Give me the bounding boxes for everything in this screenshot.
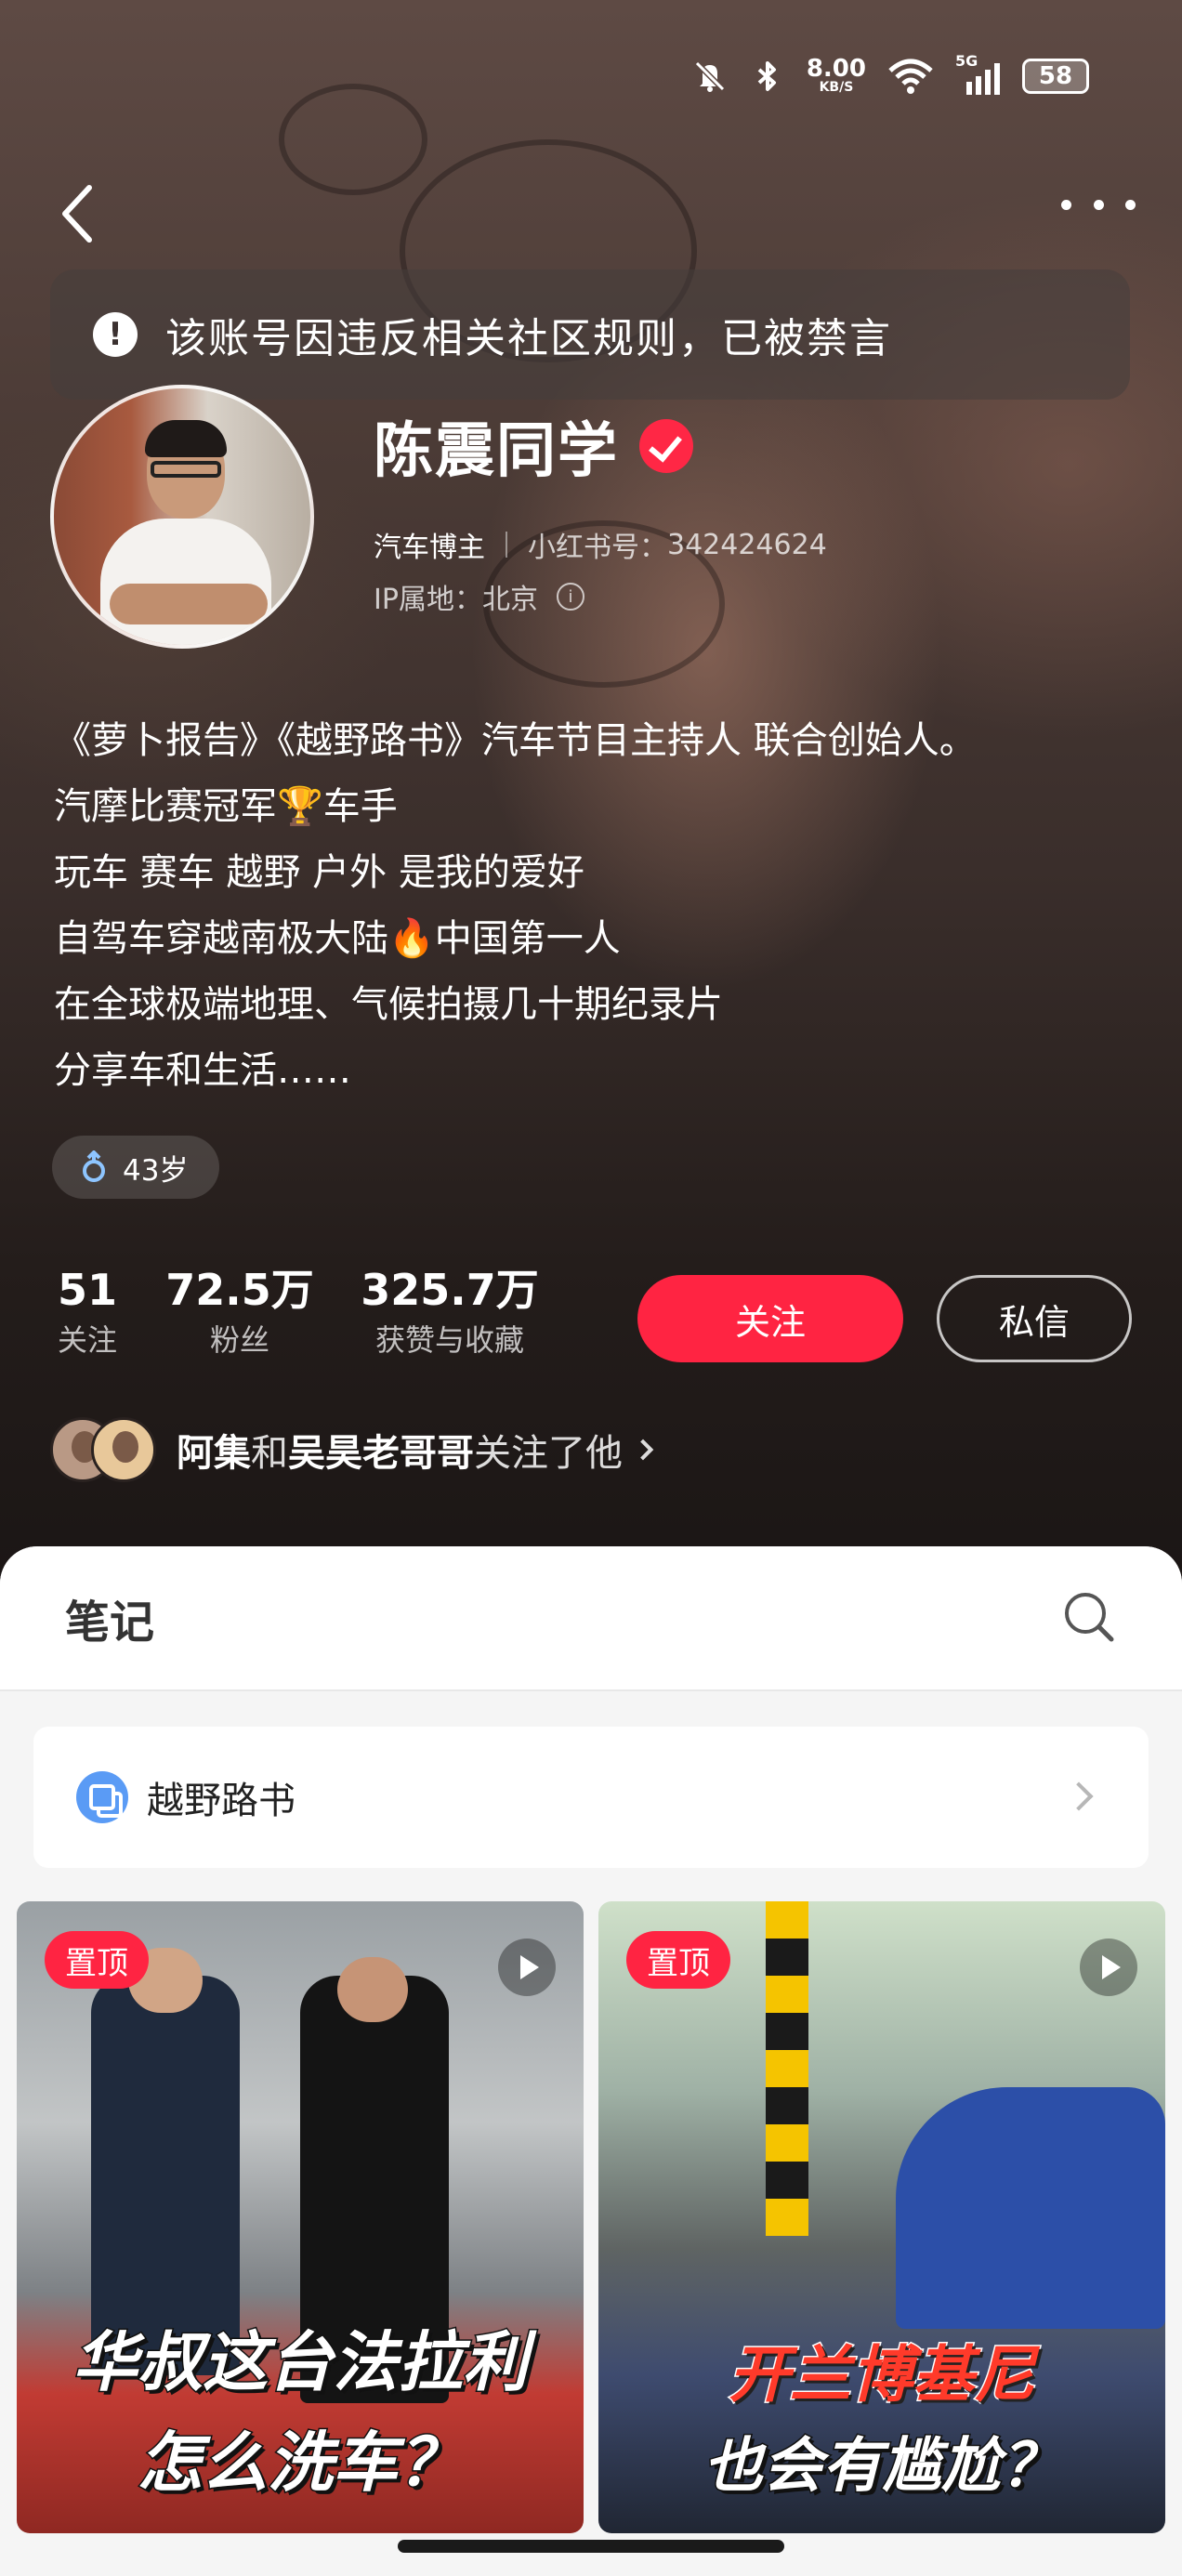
bio-line: 分享车和生活…… — [54, 1049, 351, 1092]
thumbnail-car — [896, 2087, 1165, 2329]
followers-count: 72.5万 — [165, 1265, 314, 1315]
bio-line: 自驾车穿越南极大陆🔥中国第一人 — [54, 917, 621, 960]
stat-followers[interactable]: 72.5万 粉丝 — [165, 1264, 314, 1364]
ip-label: IP属地： — [374, 584, 482, 616]
battery-level: 58 — [1038, 62, 1073, 90]
banned-notice-banner: ! 该账号因违反相关社区规则，已被禁言 — [50, 269, 1130, 400]
back-button[interactable] — [50, 177, 106, 251]
message-button[interactable]: 私信 — [937, 1275, 1132, 1362]
notes-tab-bar: 笔记 — [0, 1546, 1182, 1691]
following-count: 51 — [57, 1265, 117, 1315]
note-caption-line: 开兰博基尼 — [728, 2338, 1037, 2412]
mute-icon — [694, 60, 725, 92]
note-caption-line: 华叔这台法拉利 — [72, 2323, 530, 2402]
likes-label: 获赞与收藏 — [374, 1322, 524, 1358]
likes-count: 325.7万 — [361, 1265, 539, 1315]
stat-following[interactable]: 51 关注 — [48, 1264, 126, 1364]
note-caption-line: 也会有尴尬？ — [703, 2431, 1062, 2503]
thumbnail-face — [337, 1957, 408, 2022]
network-speed: 8.00 KB/S — [806, 55, 866, 95]
note-caption-line: 怎么洗车？ — [137, 2424, 465, 2503]
profile-header: 8.00 KB/S 5G 58 ! 该账号因违反相关社区规则，已被禁言 陈震同学… — [0, 0, 1182, 1580]
more-dot-icon — [1061, 199, 1071, 210]
verified-badge-icon[interactable] — [639, 419, 693, 473]
status-bar: 8.00 KB/S 5G 58 — [691, 48, 1089, 104]
age-tag: 43岁 — [52, 1136, 220, 1199]
bio-line: 《萝卜报告》《越野路书》汽车节目主持人 联合创始人。 — [54, 719, 977, 762]
home-indicator[interactable] — [398, 2540, 784, 2553]
tab-notes[interactable]: 笔记 — [65, 1585, 154, 1650]
thumbnail-pole — [766, 1901, 808, 2236]
bio-line: 玩车 赛车 越野 户外 是我的爱好 — [54, 851, 584, 894]
wifi-icon — [888, 59, 933, 94]
note-card[interactable]: 置顶 开兰博基尼 也会有尴尬？ — [598, 1901, 1165, 2533]
profile-name-row: 陈震同学 — [374, 409, 693, 486]
bluetooth-icon — [757, 61, 776, 91]
signal-icon: 5G — [955, 52, 1002, 95]
profile-ip-line: IP属地： 北京 i — [374, 576, 584, 617]
male-gender-icon — [83, 1150, 105, 1182]
chevron-right-icon — [1064, 1781, 1094, 1811]
follow-button[interactable]: 关注 — [637, 1275, 903, 1362]
age-tag-text: 43岁 — [123, 1153, 189, 1188]
bio-line: 汽摩比赛冠军🏆车手 — [54, 785, 398, 828]
profile-name: 陈震同学 — [374, 417, 619, 486]
meta-divider — [506, 532, 507, 558]
profile-avatar[interactable] — [50, 385, 314, 649]
info-icon[interactable]: i — [556, 583, 584, 611]
mutual-suffix: 关注了他 — [474, 1432, 623, 1475]
stat-likes[interactable]: 325.7万 获赞与收藏 — [359, 1264, 541, 1364]
notes-section: 笔记 越野路书 置顶 华叔这台法拉利 怎么洗车？ 置顶 开兰博基尼 也会有尴尬？ — [0, 1546, 1182, 2576]
profile-meta-line: 汽车博主 小红书号： 342424624 — [374, 524, 827, 565]
collection-title: 越野路书 — [147, 1780, 296, 1822]
pinned-badge: 置顶 — [45, 1931, 149, 1989]
mutual-joiner: 和 — [251, 1432, 288, 1475]
mutual-name-2: 吴昊老哥哥 — [288, 1432, 474, 1475]
mutual-followers-text: 阿集 和 吴昊老哥哥 关注了他 — [177, 1423, 654, 1477]
followers-label: 粉丝 — [209, 1322, 269, 1358]
collection-entry[interactable]: 越野路书 — [33, 1727, 1149, 1868]
ip-value: 北京 — [481, 584, 538, 616]
bio-line: 在全球极端地理、气候拍摄几十期纪录片 — [54, 983, 723, 1026]
network-speed-value: 8.00 — [806, 55, 866, 83]
note-card[interactable]: 置顶 华叔这台法拉利 怎么洗车？ — [17, 1901, 584, 2533]
profile-id-value[interactable]: 342424624 — [667, 529, 827, 561]
profile-id-label: 小红书号： — [528, 532, 667, 564]
following-label: 关注 — [57, 1322, 117, 1358]
mutual-name-1: 阿集 — [177, 1432, 251, 1475]
more-options-button[interactable] — [1061, 186, 1136, 223]
more-dot-icon — [1125, 199, 1136, 210]
pinned-badge: 置顶 — [626, 1931, 730, 1989]
video-play-icon — [1080, 1939, 1137, 1996]
profile-category: 汽车博主 — [374, 532, 485, 564]
mutual-avatar — [91, 1417, 156, 1482]
chevron-right-icon — [632, 1439, 654, 1461]
more-dot-icon — [1093, 199, 1104, 210]
search-icon[interactable] — [1061, 1589, 1117, 1645]
collection-icon — [76, 1771, 128, 1823]
battery-icon: 58 — [1022, 59, 1089, 94]
exclamation-icon: ! — [93, 312, 138, 357]
mutual-followers-row[interactable]: 阿集 和 吴昊老哥哥 关注了他 — [50, 1413, 654, 1487]
background-tattoo-shape — [279, 84, 427, 195]
banned-notice-text: 该账号因违反相关社区规则，已被禁言 — [165, 315, 892, 362]
profile-bio: 《萝卜报告》《越野路书》汽车节目主持人 联合创始人。 汽摩比赛冠军🏆车手 玩车 … — [54, 708, 1150, 1104]
video-play-icon — [498, 1939, 556, 1996]
